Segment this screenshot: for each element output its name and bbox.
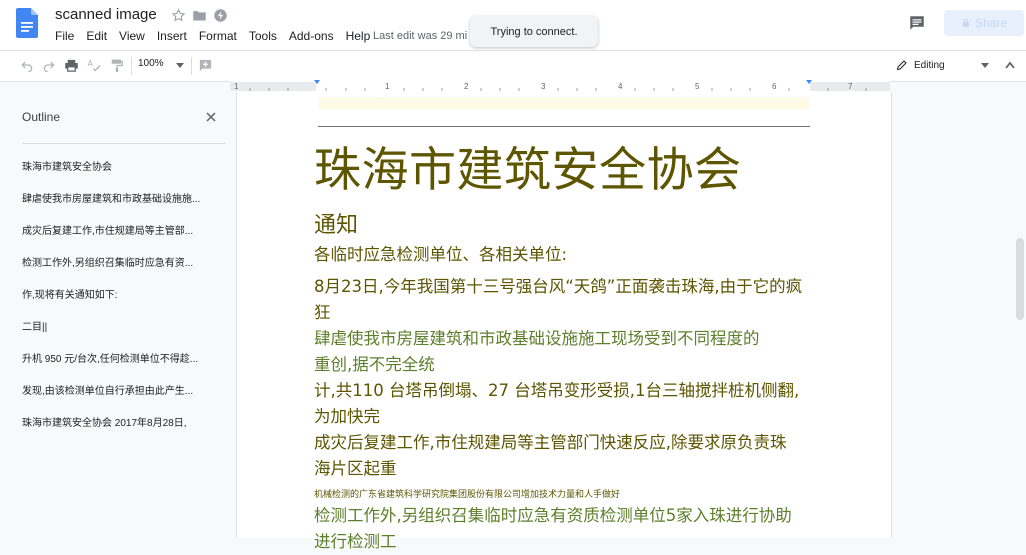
ruler-mark: 1	[385, 82, 390, 91]
menu-view[interactable]: View	[119, 28, 152, 44]
title-bar: scanned image File Edit View Insert Form…	[0, 0, 1026, 50]
toolbar-separator	[131, 57, 132, 75]
document-heading-notice[interactable]: 通知	[314, 207, 358, 239]
redo-icon[interactable]	[42, 58, 56, 72]
ruler-mark: 1	[234, 82, 239, 91]
star-icon[interactable]	[171, 8, 186, 23]
paragraph[interactable]: 成灾后复建工作,市住规建局等主管部门快速反应,除要求原负责珠 海片区起重	[314, 430, 814, 482]
menu-file[interactable]: File	[55, 28, 81, 44]
menu-format[interactable]: Format	[199, 28, 244, 44]
paragraph[interactable]: 各临时应急检测单位、各相关单位:	[314, 242, 814, 268]
scrollbar-thumb[interactable]	[1016, 238, 1024, 320]
zoom-select[interactable]: 100%	[138, 58, 164, 69]
outline-title: Outline	[22, 110, 61, 124]
paragraph[interactable]: 计,共110 台塔吊倒塌、27 台塔吊变形受损,1台三轴搅拌桩机侧翻, 为加快完	[314, 378, 814, 430]
folder-icon[interactable]	[192, 8, 207, 23]
outline-panel: Outline 珠海市建筑安全协会 肆虐使我市房屋建筑和市政基础设施施... 成…	[10, 96, 236, 538]
paint-format-icon[interactable]	[110, 58, 124, 73]
scan-artifact	[319, 97, 809, 109]
outline-item[interactable]: 肆虐使我市房屋建筑和市政基础设施施...	[22, 190, 230, 222]
lock-icon	[963, 18, 969, 27]
comment-add-icon[interactable]	[198, 58, 213, 73]
last-edit-link[interactable]: Last edit was 29 mi	[373, 30, 467, 42]
left-margin-strip	[0, 96, 10, 538]
comments-icon[interactable]	[908, 14, 926, 32]
undo-icon[interactable]	[20, 58, 34, 72]
outline-item[interactable]: 珠海市建筑安全协会 2017年8月28日,	[22, 414, 230, 446]
svg-text:A: A	[88, 59, 94, 68]
outline-item[interactable]: 升机 950 元/台次,任何检测单位不得趁...	[22, 350, 230, 382]
menu-tools[interactable]: Tools	[249, 28, 284, 44]
print-icon[interactable]	[64, 58, 79, 73]
menu-bar: File Edit View Insert Format Tools Add-o…	[55, 28, 382, 44]
ruler-mark: 5	[695, 82, 700, 91]
outline-item[interactable]: 成灾后复建工作,市住规建局等主管部...	[22, 222, 230, 254]
editing-mode-select[interactable]: Editing	[896, 59, 945, 71]
pencil-icon	[896, 60, 907, 71]
horizontal-rule	[318, 126, 810, 127]
toolbar-separator	[191, 57, 192, 75]
editing-mode-label: Editing	[914, 59, 945, 71]
ruler-mark: 6	[772, 82, 777, 91]
paragraph[interactable]: 8月23日,今年我国第十三号强台风“天鸽”正面袭击珠海,由于它的疯 狂	[314, 274, 814, 326]
chevron-down-icon[interactable]	[981, 63, 989, 68]
chevron-down-icon[interactable]	[176, 63, 184, 68]
outline-item[interactable]: 珠海市建筑安全协会	[22, 158, 230, 190]
outline-item[interactable]: 二目||	[22, 318, 230, 350]
share-label: Share	[974, 16, 1008, 30]
small-paragraph[interactable]: 机械检测的广东省建筑科学研究院集团股份有限公司增加技术力量和人手做好	[314, 487, 620, 500]
document-title[interactable]: scanned image	[55, 6, 157, 23]
menu-addons[interactable]: Add-ons	[289, 28, 341, 44]
ruler-mark: 3	[541, 82, 546, 91]
outline-divider	[22, 143, 226, 144]
connection-toast: Trying to connect.	[470, 16, 598, 47]
title-icons	[171, 8, 228, 23]
ruler-mark: 4	[618, 82, 623, 91]
offline-status-icon[interactable]	[213, 8, 228, 23]
share-button[interactable]: Share	[944, 10, 1024, 36]
outline-item[interactable]: 检测工作外,另组织召集临时应急有资...	[22, 254, 230, 286]
toolbar: A 100% Editing	[0, 50, 1026, 82]
docs-logo-icon[interactable]	[16, 8, 38, 38]
paragraph[interactable]: 检测工作外,另组织召集临时应急有资质检测单位5家入珠进行协助 进行检测工	[314, 503, 814, 555]
menu-edit[interactable]: Edit	[86, 28, 114, 44]
outline-item[interactable]: 发现,由该检测单位自行承担由此产生...	[22, 382, 230, 414]
paragraph[interactable]: 肆虐使我市房屋建筑和市政基础设施施工现场受到不同程度的 重创,据不完全统	[314, 326, 814, 378]
menu-insert[interactable]: Insert	[157, 28, 194, 44]
ruler-mark: 2	[464, 82, 469, 91]
outline-item[interactable]: 作,现将有关通知如下:	[22, 286, 230, 318]
document-heading-title[interactable]: 珠海市建筑安全协会	[314, 131, 742, 200]
chevron-up-icon[interactable]	[1005, 61, 1015, 69]
close-icon[interactable]	[206, 112, 216, 122]
outline-list: 珠海市建筑安全协会 肆虐使我市房屋建筑和市政基础设施施... 成灾后复建工作,市…	[22, 158, 230, 446]
spellcheck-icon[interactable]: A	[87, 58, 102, 73]
ruler[interactable]: 1 1 2 3 4 5 6 7	[230, 80, 890, 92]
ruler-mark: 7	[848, 82, 853, 91]
